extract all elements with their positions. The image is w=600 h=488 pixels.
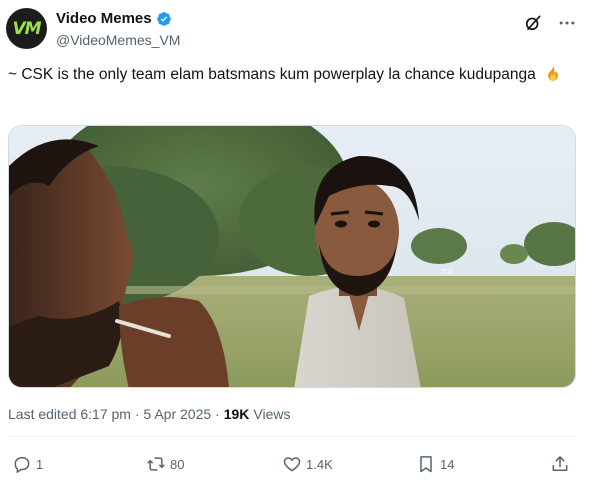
fire-emoji-icon — [548, 65, 558, 81]
media-watermark: mt — [441, 267, 454, 277]
grok-icon — [525, 15, 541, 31]
avatar[interactable]: VM — [6, 8, 47, 49]
bookmark-count: 14 — [440, 456, 455, 472]
bookmark-icon — [420, 456, 432, 473]
reply-icon — [14, 457, 30, 474]
author-name-row: Video Memes — [56, 10, 172, 27]
like-count: 1.4K — [306, 456, 333, 472]
repost-icon — [147, 457, 165, 471]
tweet-text-body: ~ CSK is the only team elam batsmans kum… — [8, 66, 536, 83]
divider — [8, 436, 576, 437]
bookmark-button[interactable]: 14 — [416, 446, 454, 482]
reply-button[interactable]: 1 — [12, 446, 43, 482]
tweet-text: ~ CSK is the only team elam batsmans kum… — [8, 64, 568, 86]
tweet-action-bar: 1 80 1.4K 14 — [8, 446, 576, 482]
more-horizontal-icon — [559, 21, 575, 25]
like-button[interactable]: 1.4K — [282, 446, 333, 482]
views-label: Views — [253, 406, 291, 422]
display-name[interactable]: Video Memes — [56, 10, 152, 27]
verified-badge-icon — [156, 11, 171, 26]
share-icon — [552, 456, 568, 471]
edited-timestamp[interactable]: Last edited 6:17 pm · 5 Apr 2025 · — [8, 406, 220, 422]
reply-count: 1 — [36, 456, 44, 472]
more-options-button[interactable] — [555, 12, 579, 34]
repost-count: 80 — [170, 456, 185, 472]
heart-icon — [283, 457, 301, 472]
grok-button[interactable] — [522, 12, 544, 34]
tweet-media-image[interactable]: mt — [8, 125, 576, 388]
views-count: 19K — [223, 406, 250, 422]
share-button[interactable] — [550, 446, 570, 482]
repost-button[interactable]: 80 — [146, 446, 184, 482]
tweet-meta: Last edited 6:17 pm · 5 Apr 2025 · 19K V… — [8, 406, 290, 422]
movie-still-illustration: mt — [9, 126, 575, 387]
tweet-card: VM Video Memes @VideoMemes_VM ~ CSK is t… — [0, 0, 600, 488]
avatar-logo-text: VM — [12, 18, 41, 39]
author-handle[interactable]: @VideoMemes_VM — [56, 32, 180, 48]
